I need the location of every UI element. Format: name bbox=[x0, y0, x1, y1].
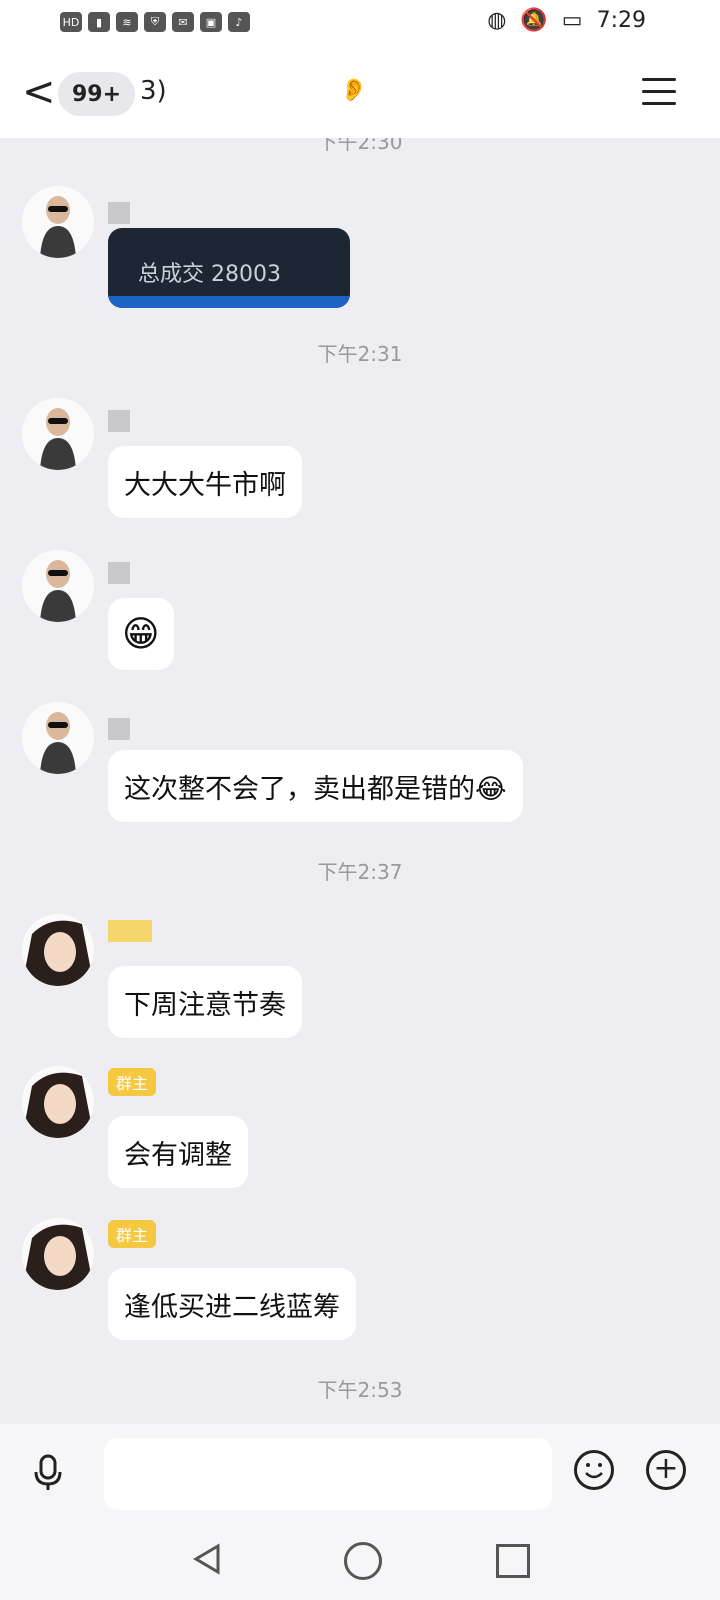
plus-button[interactable]: + bbox=[646, 1450, 686, 1490]
emoji-bubble[interactable]: 😁 bbox=[108, 598, 174, 670]
status-left: HD ▮ ≋ ⛨ ✉ ▣ ♪ bbox=[60, 12, 250, 32]
smiley-icon bbox=[585, 1463, 603, 1479]
sender-name bbox=[108, 718, 130, 740]
owner-tag: 群主 bbox=[108, 1220, 157, 1248]
avatar[interactable] bbox=[22, 702, 94, 774]
avatar[interactable] bbox=[22, 1218, 94, 1290]
timestamp: 下午2:31 bbox=[317, 342, 403, 366]
avatar[interactable] bbox=[22, 1066, 94, 1138]
back-button[interactable]: < bbox=[22, 72, 56, 112]
nav-recent-icon[interactable] bbox=[496, 1544, 530, 1578]
avatar[interactable] bbox=[22, 914, 94, 986]
shield-icon: ⛨ bbox=[144, 12, 166, 32]
timestamp: 下午2:37 bbox=[317, 860, 403, 884]
data-saver-icon: ◍ bbox=[487, 8, 507, 33]
message-bubble[interactable]: 大大大牛市啊 bbox=[108, 446, 302, 518]
clock: 7:29 bbox=[596, 8, 646, 33]
nav-back-icon[interactable] bbox=[190, 1542, 224, 1576]
hd-icon: HD bbox=[60, 12, 82, 32]
message-bubble[interactable]: 逢低买进二线蓝筹 bbox=[108, 1268, 356, 1340]
chat-title: 3) bbox=[140, 76, 167, 106]
battery-icon: ▭ bbox=[561, 8, 583, 33]
tiktok-icon: ♪ bbox=[228, 12, 250, 32]
mute-icon: 🔕 bbox=[520, 8, 548, 33]
sender-name bbox=[108, 562, 130, 584]
app-icon: ▣ bbox=[200, 12, 222, 32]
system-nav-bar bbox=[0, 1520, 720, 1600]
nav-home-icon[interactable] bbox=[344, 1542, 382, 1580]
sender-name bbox=[108, 410, 130, 432]
unread-badge[interactable]: 99+ bbox=[58, 72, 136, 116]
image-text: 总成交 28003 bbox=[138, 262, 281, 287]
input-bar: + bbox=[0, 1424, 720, 1520]
timestamp: 下午2:30 bbox=[317, 138, 403, 154]
sender-name bbox=[108, 920, 152, 942]
owner-tag: 群主 bbox=[108, 1068, 157, 1096]
menu-button[interactable] bbox=[642, 78, 676, 108]
message-input[interactable] bbox=[104, 1438, 552, 1510]
chat-header: < 99+ 3) 👂 bbox=[0, 48, 720, 138]
ear-icon[interactable]: 👂 bbox=[340, 78, 367, 103]
avatar[interactable] bbox=[22, 398, 94, 470]
sender-name bbox=[108, 202, 130, 224]
emoji-button[interactable] bbox=[574, 1450, 614, 1490]
avatar[interactable] bbox=[22, 186, 94, 258]
signal-icon: ▮ bbox=[88, 12, 110, 32]
status-bar: HD ▮ ≋ ⛨ ✉ ▣ ♪ ◍ 🔕 ▭ 7:29 bbox=[0, 0, 720, 48]
message-bubble[interactable]: 会有调整 bbox=[108, 1116, 248, 1188]
image-message[interactable]: 总成交 28003 bbox=[108, 228, 350, 308]
chat-area[interactable]: 下午2:30 总成交 28003 下午2:31 大大大牛市啊 😁 这次整不会了，… bbox=[0, 138, 720, 1424]
message-bubble[interactable]: 下周注意节奏 bbox=[108, 966, 302, 1038]
timestamp: 下午2:53 bbox=[317, 1378, 403, 1402]
message-bubble[interactable]: 这次整不会了，卖出都是错的😂 bbox=[108, 750, 523, 822]
avatar[interactable] bbox=[22, 550, 94, 622]
status-right: ◍ 🔕 ▭ 7:29 bbox=[487, 8, 646, 33]
image-bar bbox=[108, 296, 350, 308]
wifi-icon: ≋ bbox=[116, 12, 138, 32]
wechat-icon: ✉ bbox=[172, 12, 194, 32]
microphone-icon[interactable] bbox=[28, 1452, 68, 1492]
